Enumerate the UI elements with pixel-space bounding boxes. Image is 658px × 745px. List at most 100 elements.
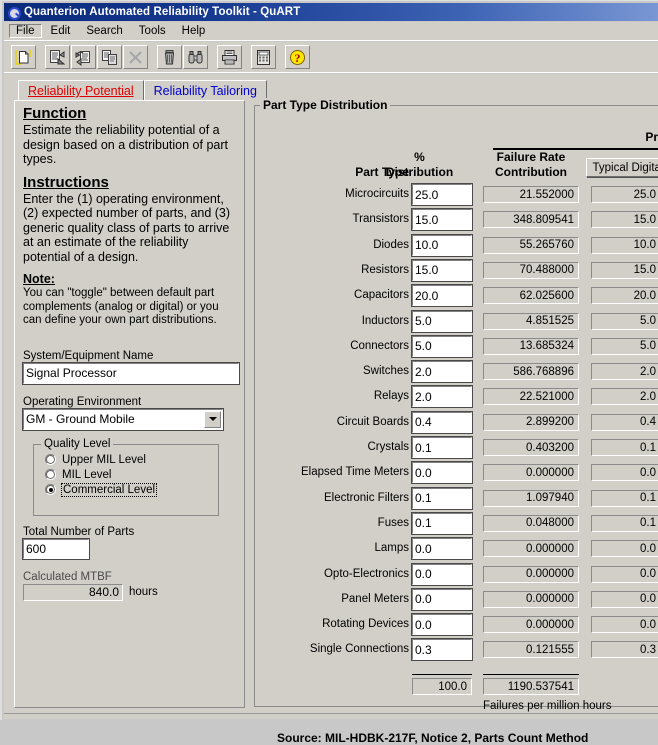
typical-digital-button[interactable]: Typical Digital	[586, 158, 658, 177]
radio-button[interactable]	[45, 454, 56, 465]
chevron-down-icon[interactable]	[204, 410, 221, 428]
part-type-label: Panel Meters	[341, 592, 409, 605]
radio-label: Commercial Level	[60, 482, 158, 497]
binoculars-find-icon[interactable]	[183, 45, 208, 69]
menu-help[interactable]: Help	[175, 24, 213, 38]
pct-distribution-input[interactable]: 10.0	[411, 233, 473, 257]
pct-distribution-input[interactable]: 0.1	[411, 511, 473, 535]
help-question-icon[interactable]: ?	[285, 45, 310, 69]
printer-icon[interactable]	[217, 45, 242, 69]
tab-reliability-potential[interactable]: Reliability Potential	[18, 80, 144, 101]
pct-distribution-input[interactable]: 0.3	[411, 638, 473, 662]
pct-distribution-input[interactable]: 20.0	[411, 284, 473, 308]
pct-distribution-input[interactable]: 15.0	[411, 208, 473, 232]
table-row: Panel Meters0.00.0000000.00.0	[255, 587, 658, 611]
menu-edit[interactable]: Edit	[44, 24, 78, 38]
save-document-icon[interactable]	[71, 45, 96, 69]
table-row: Fuses0.10.0480000.10.1	[255, 511, 658, 535]
new-document-icon[interactable]	[11, 45, 36, 69]
pct-distribution-input[interactable]: 2.0	[411, 385, 473, 409]
instructions-heading: Instructions	[23, 173, 109, 191]
failure-rate-contribution-value: 4.851525	[483, 312, 579, 330]
pct-distribution-input[interactable]: 25.0	[411, 183, 473, 206]
client-area: Reliability Potential Reliability Tailor…	[4, 74, 658, 745]
delete-x-icon[interactable]	[123, 45, 148, 69]
total-parts-label: Total Number of Parts	[23, 525, 135, 538]
typical-digital-value: 0.0	[591, 616, 658, 634]
part-type-label: Electronic Filters	[324, 491, 409, 504]
radio-commercial-level[interactable]: Commercial Level	[45, 482, 218, 497]
copy-document-icon[interactable]	[97, 45, 122, 69]
radio-mil-level[interactable]: MIL Level	[45, 469, 218, 481]
pct-distribution-input[interactable]: 15.0	[411, 258, 473, 282]
failure-rate-contribution-value: 0.000000	[483, 540, 579, 558]
pct-distribution-input[interactable]: 0.0	[411, 587, 473, 611]
tab-reliability-tailoring[interactable]: Reliability Tailoring	[143, 80, 267, 101]
pct-distribution-input[interactable]: 0.4	[411, 410, 473, 434]
toolbar: ?	[4, 42, 658, 72]
radio-upper-mil-level[interactable]: Upper MIL Level	[45, 454, 218, 466]
part-type-distribution-group: Part Type Distribution Pred Part Type % …	[254, 98, 658, 745]
pct-distribution-input[interactable]: 0.0	[411, 613, 473, 637]
pct-distribution-input[interactable]: 0.0	[411, 562, 473, 586]
pct-distribution-input[interactable]: 0.0	[411, 537, 473, 561]
pct-distribution-input[interactable]: 0.1	[411, 436, 473, 459]
toolbar-separator	[4, 72, 658, 73]
menu-search[interactable]: Search	[79, 24, 129, 38]
part-type-label: Crystals	[367, 441, 409, 453]
predefined-header: Pred	[645, 130, 658, 144]
part-type-label: Inductors	[361, 314, 409, 327]
typical-digital-value: 0.1	[591, 489, 658, 507]
table-row: Rotating Devices0.00.0000000.00.0	[255, 613, 658, 637]
menu-file[interactable]: File	[9, 24, 42, 38]
part-type-label: Opto-Electronics	[323, 567, 409, 580]
typical-digital-value: 10.0	[591, 236, 658, 254]
total-parts-input[interactable]: 600	[22, 537, 90, 560]
application-window: Quanterion Automated Reliability Toolkit…	[0, 0, 658, 745]
tab-bar: Reliability Potential Reliability Tailor…	[18, 79, 267, 101]
table-row: Capacitors20.062.02560020.020.0	[255, 284, 658, 308]
svg-text:?: ?	[295, 51, 301, 65]
failure-rate-contribution-value: 0.121555	[483, 641, 579, 659]
failure-rate-contribution-value: 62.025600	[483, 287, 579, 305]
table-row: Microcircuits25.021.55200025.010.0	[255, 183, 658, 206]
calculator-icon[interactable]	[251, 45, 276, 69]
typical-digital-value: 15.0	[591, 211, 658, 229]
quality-level-group: Quality Level Upper MIL Level MIL Level …	[33, 437, 219, 516]
environment-combobox[interactable]: GM - Ground Mobile	[22, 407, 224, 431]
failure-rate-contribution-value: 70.488000	[483, 261, 579, 279]
note-text: You can "toggle" between default part co…	[23, 287, 219, 326]
failure-rate-contribution-value: 22.521000	[483, 388, 579, 406]
system-name-input[interactable]: Signal Processor	[22, 361, 240, 385]
table-row: Inductors5.04.8515255.010.0	[255, 309, 658, 333]
table-row: Electronic Filters0.11.0979400.10.1	[255, 486, 658, 510]
part-type-label: Rotating Devices	[322, 618, 409, 631]
table-row: Single Connections0.30.1215550.30.	[255, 638, 658, 662]
column-header-failure-rate-line1: Failure Rate	[496, 150, 566, 164]
part-type-label: Lamps	[374, 542, 409, 555]
open-document-icon[interactable]	[45, 45, 70, 69]
environment-label: Operating Environment	[23, 395, 142, 408]
pct-distribution-input[interactable]: 0.0	[411, 461, 473, 485]
typical-digital-value: 25.0	[591, 186, 658, 203]
radio-button-selected[interactable]	[45, 484, 56, 495]
part-type-label: Relays	[373, 390, 409, 403]
menu-tools[interactable]: Tools	[132, 24, 173, 38]
radio-label: Upper MIL Level	[62, 453, 146, 466]
typical-digital-value: 0.1	[591, 439, 658, 456]
pct-distribution-input[interactable]: 2.0	[411, 360, 473, 384]
part-type-label: Resistors	[361, 263, 409, 276]
pct-distribution-input[interactable]: 0.1	[411, 486, 473, 510]
typical-digital-value: 5.0	[591, 312, 658, 330]
pct-distribution-input[interactable]: 5.0	[411, 334, 473, 358]
table-row: Lamps0.00.0000000.00.0	[255, 537, 658, 561]
part-type-label: Fuses	[377, 516, 409, 529]
part-type-distribution-title: Part Type Distribution	[260, 98, 391, 112]
trash-can-icon[interactable]	[157, 45, 182, 69]
pct-distribution-input[interactable]: 5.0	[411, 309, 473, 333]
radio-button[interactable]	[45, 469, 56, 480]
units-note: Failures per million hours	[483, 700, 612, 712]
environment-value: GM - Ground Mobile	[26, 412, 135, 426]
part-type-label: Single Connections	[309, 643, 409, 656]
table-row: Crystals0.10.4032000.10.1	[255, 436, 658, 459]
